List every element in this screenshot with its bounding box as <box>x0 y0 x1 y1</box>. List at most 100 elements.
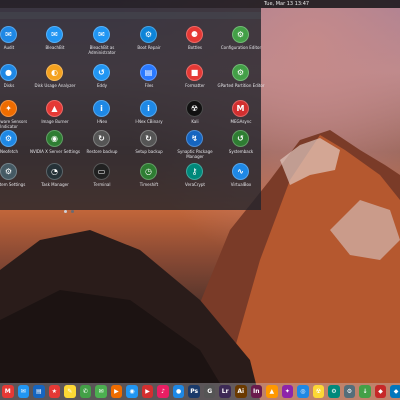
app-label: I-Nex CBinary <box>135 119 163 124</box>
app-label: Disks <box>3 83 15 88</box>
app-icon: ⚷ <box>186 163 203 180</box>
app-label: Eddy <box>97 83 107 88</box>
files-icon[interactable]: ▤ <box>33 385 45 398</box>
app-icon: ▭ <box>93 163 110 180</box>
mail-icon[interactable]: ✉ <box>17 385 30 398</box>
launcher-app[interactable]: ◉ NVIDIA X Server Settings <box>30 130 80 166</box>
launcher-app[interactable]: ⚙ GParted Partition Editor <box>216 64 265 100</box>
store-icon[interactable]: ★ <box>48 385 61 398</box>
gamepad-icon[interactable]: ✦ <box>281 385 294 398</box>
launcher-app[interactable]: ✉ BleachBit as Administrator <box>77 26 123 62</box>
app-label: Configuration Editor <box>220 45 262 50</box>
launcher-app[interactable]: ↺ Systemback <box>216 130 262 166</box>
steam-icon[interactable]: ◎ <box>297 385 309 398</box>
notes-icon[interactable]: ✎ <box>64 385 76 398</box>
tools-icon[interactable]: ⚙ <box>328 385 340 398</box>
app-label: Hardware Sensors Indicator <box>0 119 28 129</box>
app-label: Bottles <box>188 45 202 50</box>
gmail-icon[interactable]: M <box>2 385 14 398</box>
ps-icon[interactable]: Ps <box>188 385 200 398</box>
app-label: Audit <box>3 45 15 50</box>
app-label: Disk Usage Analyzer <box>34 83 76 88</box>
app-icon: ✉ <box>93 26 110 43</box>
launcher-app[interactable]: ↺ Eddy <box>77 64 123 100</box>
app-icon: ◔ <box>46 163 63 180</box>
app-icon: ◐ <box>46 64 63 81</box>
app-icon: ⚙ <box>232 64 249 81</box>
app-label: Synaptic Package Manager <box>177 149 213 159</box>
app-label: System Settings <box>0 182 26 187</box>
phone-icon[interactable]: ✆ <box>79 385 92 398</box>
launcher-app[interactable]: ✉ BleachBit <box>30 26 76 62</box>
youtube-icon[interactable]: ▶ <box>141 385 154 398</box>
indesign-icon[interactable]: In <box>250 385 263 398</box>
app-label: Files <box>144 83 154 88</box>
launcher-app[interactable]: ▭ Terminal <box>77 163 123 199</box>
security-icon[interactable]: ◆ <box>390 385 400 398</box>
app-icon: ↺ <box>93 64 110 81</box>
app-label: Neofetch <box>0 149 19 154</box>
app-icon: ↺ <box>232 130 249 147</box>
app-icon: i <box>93 100 110 117</box>
app-label: Kali <box>191 119 199 124</box>
kali-icon[interactable]: ☢ <box>312 385 325 398</box>
launcher-app[interactable]: ▤ Files <box>124 64 170 100</box>
page-indicator <box>64 210 74 213</box>
launcher-app[interactable]: ↯ Synaptic Package Manager <box>170 130 216 166</box>
illustrator-icon[interactable]: Ai <box>234 385 247 398</box>
launcher-app[interactable]: ⚙ Neofetch <box>0 130 30 166</box>
app-label: NVIDIA X Server Settings <box>30 149 80 154</box>
music-icon[interactable]: ♪ <box>157 385 169 398</box>
app-icon: ⚙ <box>0 163 17 180</box>
app-label: VeraCrypt <box>185 182 205 187</box>
app-icon: ◷ <box>140 163 157 180</box>
torrent-icon[interactable]: ↓ <box>359 385 371 398</box>
launcher-app[interactable]: ◐ Disk Usage Analyzer <box>30 64 76 100</box>
lightroom-icon[interactable]: Lr <box>219 385 231 398</box>
launcher-app[interactable]: ∿ VirtualBox <box>216 163 262 199</box>
launcher-app[interactable]: ↻ Restore backup <box>77 130 123 166</box>
page-dot-1[interactable] <box>64 210 67 213</box>
social-icon[interactable]: ● <box>172 385 185 398</box>
clock[interactable]: Tue, Mar 13 13:47 <box>264 0 309 8</box>
page-dot-2[interactable] <box>71 210 74 213</box>
app-label: Task Manager <box>41 182 69 187</box>
app-icon: ⚈ <box>186 26 203 43</box>
app-icon: ∿ <box>232 163 249 180</box>
app-label: I-Nex <box>96 119 108 124</box>
app-icon: ■ <box>186 64 203 81</box>
launcher-app[interactable]: ● Disks <box>0 64 30 100</box>
video-icon[interactable]: ▶ <box>110 385 123 398</box>
launcher-app[interactable]: ◔ Task Manager <box>30 163 76 199</box>
app-icon: ⚙ <box>140 26 157 43</box>
vlc-icon[interactable]: ▲ <box>266 385 278 398</box>
app-label: GParted Partition Editor <box>217 83 265 88</box>
launcher-app[interactable]: ↻ Setup backup <box>124 130 170 166</box>
launcher-app[interactable]: ✉ Audit <box>0 26 30 62</box>
app-icon: ⚙ <box>232 26 249 43</box>
app-launcher: ✉ Audit ✉ BleachBit ✉ BleachBit as Administra… <box>0 8 265 213</box>
app-icon: ↻ <box>140 130 157 147</box>
launcher-app[interactable]: ⚙ Configuration Editor <box>216 26 262 62</box>
dock: M ✉ ▤ ★ ✎ ✆ ✉ ▶ ◉ ▶ ♪ ● Ps G Lr Ai In ▲ ✦ ◎ ☢ ⚙ ⚙ ↓ ◆ ◆ <box>0 383 400 400</box>
launcher-app[interactable]: ■ Formatter <box>170 64 216 100</box>
launcher-app[interactable]: ⚙ System Settings <box>0 163 30 199</box>
chat-icon[interactable]: ✉ <box>95 385 107 398</box>
ruby-icon[interactable]: ◆ <box>374 385 387 398</box>
app-icon: ✉ <box>0 26 17 43</box>
launcher-app[interactable]: ⚈ Bottles <box>170 26 216 62</box>
app-label: Formatter <box>185 83 205 88</box>
launcher-search-bar[interactable] <box>0 12 261 19</box>
gimp-icon[interactable]: G <box>203 385 216 398</box>
settings-icon[interactable]: ⚙ <box>343 385 356 398</box>
launcher-app[interactable]: ⚙ Boot Repair <box>124 26 170 62</box>
browser-icon[interactable]: ◉ <box>126 385 138 398</box>
top-panel: Tue, Mar 13 13:47 <box>0 0 400 8</box>
app-icon: ✦ <box>0 100 17 117</box>
launcher-app[interactable]: ⚷ VeraCrypt <box>170 163 216 199</box>
app-icon: ◉ <box>46 130 63 147</box>
app-icon: ● <box>0 64 17 81</box>
app-icon: ↯ <box>186 130 203 147</box>
app-label: BleachBit <box>45 45 65 50</box>
launcher-app[interactable]: ◷ Timeshift <box>124 163 170 199</box>
